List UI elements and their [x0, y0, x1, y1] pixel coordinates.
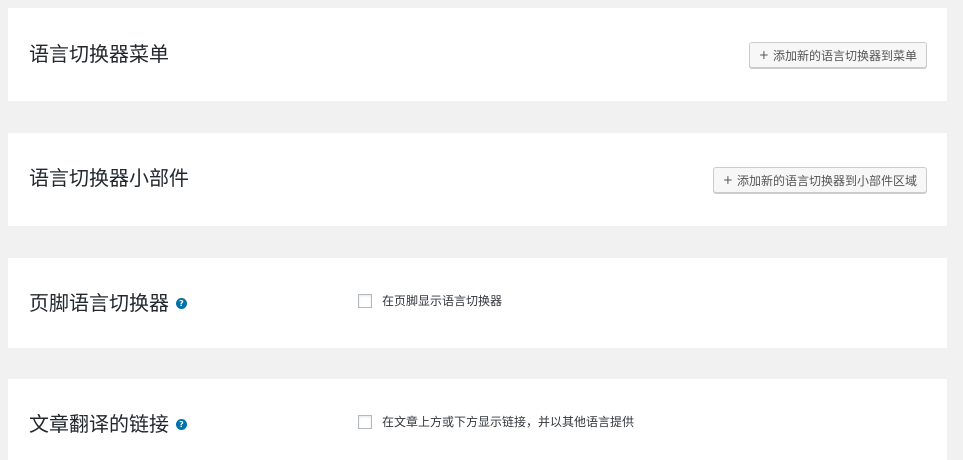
footer-switcher-checkbox-label[interactable]: 在页脚显示语言切换器	[382, 292, 502, 309]
footer-switcher-option[interactable]: 在页脚显示语言切换器	[358, 292, 502, 309]
help-icon[interactable]: ?	[176, 297, 187, 309]
widget-switcher-title: 语言切换器小部件	[29, 166, 189, 190]
add-widget-switcher-label: 添加新的语言切换器到小部件区域	[736, 173, 917, 188]
plus-icon: +	[758, 48, 769, 62]
menu-switcher-panel: 语言切换器菜单 + 添加新的语言切换器到菜单	[8, 8, 947, 101]
add-menu-switcher-button[interactable]: + 添加新的语言切换器到菜单	[748, 42, 927, 68]
post-translation-links-option[interactable]: 在文章上方或下方显示链接，并以其他语言提供	[358, 413, 634, 430]
menu-switcher-title: 语言切换器菜单	[29, 42, 169, 66]
footer-switcher-title-row: 页脚语言切换器 ?	[29, 291, 187, 315]
plus-icon: +	[722, 173, 733, 187]
footer-switcher-panel: 页脚语言切换器 ? 在页脚显示语言切换器	[8, 258, 947, 348]
post-translation-links-checkbox-label[interactable]: 在文章上方或下方显示链接，并以其他语言提供	[382, 413, 634, 430]
add-widget-switcher-button[interactable]: + 添加新的语言切换器到小部件区域	[712, 167, 927, 193]
widget-switcher-panel: 语言切换器小部件 + 添加新的语言切换器到小部件区域	[8, 133, 947, 226]
post-translation-links-checkbox[interactable]	[358, 414, 372, 429]
post-translation-links-panel: 文章翻译的链接 ? 在文章上方或下方显示链接，并以其他语言提供	[8, 379, 947, 460]
post-translation-links-title-row: 文章翻译的链接 ?	[29, 412, 187, 436]
help-icon[interactable]: ?	[176, 418, 187, 430]
footer-switcher-checkbox[interactable]	[358, 293, 372, 308]
post-translation-links-title: 文章翻译的链接	[29, 412, 169, 436]
add-menu-switcher-label: 添加新的语言切换器到菜单	[772, 48, 917, 63]
footer-switcher-title: 页脚语言切换器	[29, 291, 169, 315]
